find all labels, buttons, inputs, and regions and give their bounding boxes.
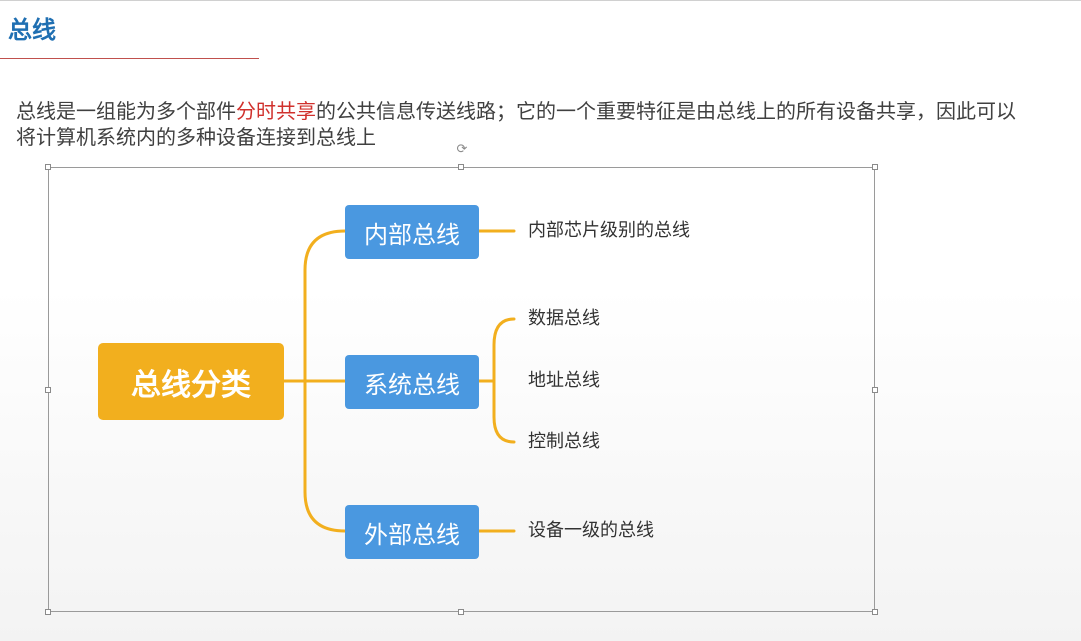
category-node-external-bus[interactable]: 外部总线: [345, 505, 479, 559]
leaf-control-bus[interactable]: 控制总线: [528, 430, 600, 454]
leaf-external-bus-desc[interactable]: 设备一级的总线: [528, 519, 654, 543]
category-node-system-bus[interactable]: 系统总线: [345, 355, 479, 409]
leaf-internal-bus-desc[interactable]: 内部芯片级别的总线: [528, 219, 690, 243]
mindmap-root-node[interactable]: 总线分类: [98, 343, 284, 420]
category-node-internal-bus[interactable]: 内部总线: [345, 205, 479, 259]
leaf-address-bus[interactable]: 地址总线: [528, 369, 600, 393]
connector-system-branch: [492, 317, 516, 444]
leaf-data-bus[interactable]: 数据总线: [528, 307, 600, 331]
